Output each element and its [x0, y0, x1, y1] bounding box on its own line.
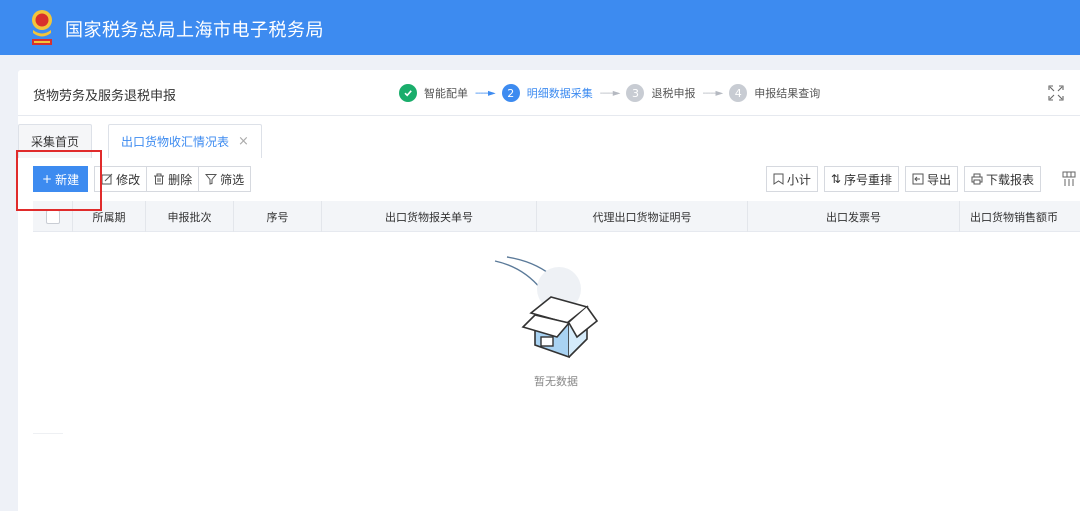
check-icon: [399, 84, 417, 102]
reorder-label: 序号重排: [843, 172, 892, 187]
top-header: 国家税务总局上海市电子税务局: [0, 0, 1080, 55]
step-number: 2: [501, 84, 520, 102]
download-report-button[interactable]: 下载报表: [963, 166, 1041, 192]
download-label: 下载报表: [985, 172, 1034, 187]
step-number: 4: [729, 84, 748, 102]
sort-icon: ⇅: [830, 172, 841, 186]
edit-button[interactable]: 修改: [94, 166, 148, 192]
tab-export-receipts[interactable]: 出口货物收汇情况表 ×: [108, 124, 262, 158]
close-icon[interactable]: ×: [238, 134, 249, 149]
expand-icon[interactable]: [1048, 85, 1064, 101]
edit-icon: [101, 173, 113, 185]
delete-button[interactable]: 删除: [146, 166, 200, 192]
export-label: 导出: [926, 172, 951, 187]
main-panel: 货物劳务及服务退税申报 智能配单 -----► 2 明细数据采集 -----► …: [18, 70, 1080, 511]
tax-emblem-icon: [32, 10, 52, 45]
subtotal-button[interactable]: 小计: [765, 166, 818, 192]
step-4[interactable]: 4 申报结果查询: [729, 84, 820, 102]
subtotal-label: 小计: [786, 172, 811, 187]
toolbar-right: 小计 ⇅ 序号重排 导出 下载报表: [760, 166, 1041, 192]
filter-label: 筛选: [220, 172, 245, 187]
column-header[interactable]: 出口货物销售额币: [960, 201, 1080, 232]
reorder-button[interactable]: ⇅ 序号重排: [823, 166, 899, 192]
site-title: 国家税务总局上海市电子税务局: [65, 20, 324, 41]
page-title: 货物劳务及服务退税申报: [33, 89, 177, 104]
arrow-icon: -----►: [599, 87, 621, 99]
export-button[interactable]: 导出: [904, 166, 958, 192]
arrow-icon: -----►: [475, 87, 496, 99]
filter-button[interactable]: 筛选: [198, 166, 252, 192]
column-header[interactable]: 出口货物报关单号: [322, 201, 537, 232]
column-header[interactable]: 序号: [234, 201, 322, 232]
column-header[interactable]: 申报批次: [146, 201, 234, 232]
table-header: 所属期 申报批次 序号 出口货物报关单号 代理出口货物证明号 出口发票号 出口货…: [33, 201, 1080, 232]
step-1[interactable]: 智能配单: [399, 84, 468, 102]
select-all-checkbox[interactable]: [45, 209, 60, 224]
step-label: 申报结果查询: [754, 87, 821, 100]
trash-icon: [154, 173, 165, 185]
printer-icon: [971, 173, 983, 185]
column-header[interactable]: 出口发票号: [748, 201, 960, 232]
highlight-box: [16, 150, 102, 211]
edit-label: 修改: [116, 172, 141, 187]
panel-header: 货物劳务及服务退税申报 智能配单 -----► 2 明细数据采集 -----► …: [18, 70, 1080, 116]
filter-icon: [205, 174, 218, 185]
step-2[interactable]: 2 明细数据采集: [501, 84, 593, 102]
bookmark-icon: [773, 173, 784, 185]
divider: [33, 433, 63, 434]
step-label: 退税申报: [651, 87, 696, 100]
column-settings-icon[interactable]: [1062, 171, 1076, 187]
delete-label: 删除: [168, 172, 193, 187]
column-header[interactable]: 代理出口货物证明号: [537, 201, 748, 232]
arrow-icon: -----►: [702, 87, 723, 99]
step-number: 3: [626, 84, 645, 102]
tab-label: 出口货物收汇情况表: [121, 135, 230, 149]
tab-label: 采集首页: [31, 135, 80, 149]
progress-steps: 智能配单 -----► 2 明细数据采集 -----► 3 退税申报 -----…: [399, 83, 820, 103]
step-label: 智能配单: [424, 87, 468, 100]
step-label: 明细数据采集: [526, 87, 593, 100]
export-icon: [912, 173, 924, 185]
empty-box-icon: [494, 256, 599, 359]
empty-state-text: 暂无数据: [534, 375, 578, 388]
step-3[interactable]: 3 退税申报: [626, 84, 695, 102]
